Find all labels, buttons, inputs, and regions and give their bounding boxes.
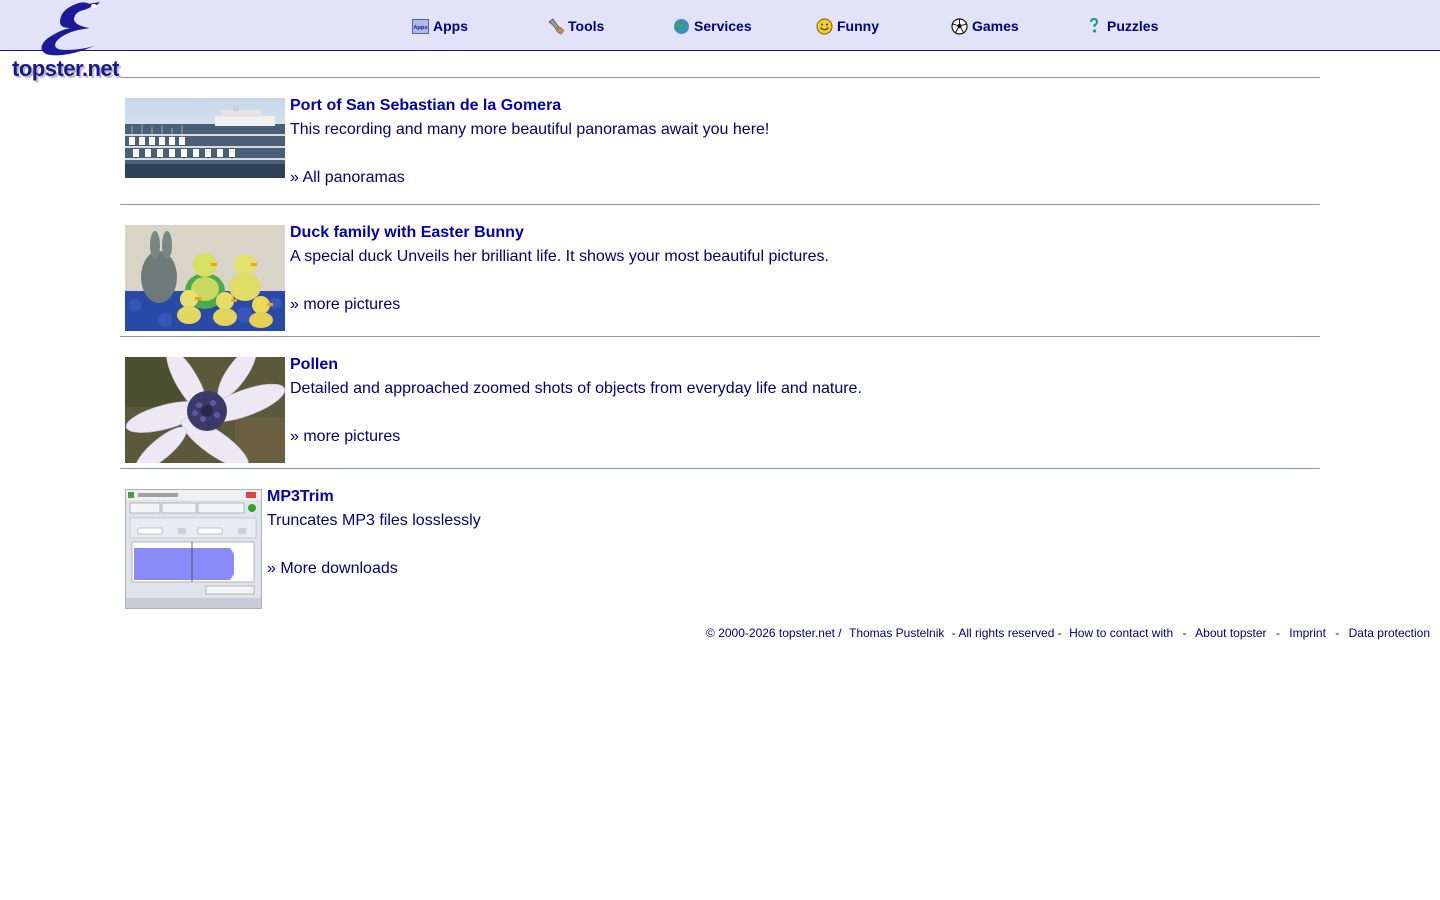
wrench-icon: [547, 17, 564, 35]
nav-services[interactable]: Services: [673, 17, 752, 35]
nav-label: Tools: [568, 18, 605, 34]
nav-label: Puzzles: [1107, 18, 1159, 34]
imprint-link[interactable]: Imprint: [1289, 626, 1326, 640]
globe-icon: [673, 18, 690, 35]
entry-text: Port of San Sebastian de la Gomera This …: [290, 96, 769, 188]
nav-apps[interactable]: Apps Apps: [412, 17, 468, 35]
entry-text: Duck family with Easter Bunny A special …: [290, 223, 829, 315]
author-link[interactable]: Thomas Pustelnik: [849, 626, 944, 640]
entry-description: This recording and many more beautiful p…: [290, 121, 770, 138]
soccer-ball-icon: [951, 17, 968, 35]
rights-text: - All rights reserved -: [951, 626, 1062, 640]
apps-icon: Apps: [412, 18, 429, 35]
entry-description: A special duck Unveils her brilliant lif…: [290, 248, 829, 265]
data-protection-link[interactable]: Data protection: [1349, 626, 1430, 640]
entry-title-link[interactable]: Duck family with Easter Bunny: [290, 223, 829, 243]
smiley-icon: [816, 18, 833, 35]
list-item: Pollen Detailed and approached zoomed sh…: [120, 336, 1320, 468]
entry-text: MP3Trim Truncates MP3 files losslessly »…: [267, 487, 481, 579]
all-panoramas-link[interactable]: » All panoramas: [290, 168, 769, 188]
mp3trim-screenshot-image[interactable]: [125, 489, 262, 609]
entry-title-link[interactable]: MP3Trim: [267, 487, 481, 507]
about-link[interactable]: About topster: [1195, 626, 1266, 640]
nav-funny[interactable]: Funny: [816, 17, 879, 35]
list-item: Port of San Sebastian de la Gomera This …: [120, 77, 1320, 204]
topster-swoosh-logo-icon: [41, 2, 100, 56]
footer: © 2000-2026 topster.net / Thomas Pusteln…: [706, 626, 1430, 640]
footer-separator: -: [1182, 626, 1187, 640]
nav-label: Funny: [837, 18, 879, 34]
teaser-list: Port of San Sebastian de la Gomera This …: [120, 77, 1320, 615]
nav-games[interactable]: Games: [951, 17, 1019, 35]
more-pictures-link[interactable]: » more pictures: [290, 427, 862, 447]
ducks-bunny-image[interactable]: [125, 225, 285, 331]
nav-label: Apps: [433, 18, 468, 34]
logo-wordmark: topster.net: [12, 56, 119, 81]
entry-description: Truncates MP3 files losslessly: [267, 512, 481, 529]
more-pictures-link[interactable]: » more pictures: [290, 295, 829, 315]
puzzle-icon: [1086, 17, 1103, 35]
svg-text:Apps: Apps: [413, 25, 427, 31]
site-logo[interactable]: topster.net: [10, 0, 150, 86]
entry-description: Detailed and approached zoomed shots of …: [290, 380, 862, 397]
footer-separator: -: [1275, 626, 1280, 640]
list-item: Duck family with Easter Bunny A special …: [120, 204, 1320, 336]
top-navigation-bar: Apps Apps Tools Services Funny Games Puz…: [0, 0, 1440, 51]
nav-label: Games: [972, 18, 1019, 34]
nav-puzzles[interactable]: Puzzles: [1086, 17, 1158, 35]
more-downloads-link[interactable]: » More downloads: [267, 559, 481, 579]
list-item: MP3Trim Truncates MP3 files losslessly »…: [120, 468, 1320, 615]
entry-title-link[interactable]: Port of San Sebastian de la Gomera: [290, 96, 769, 116]
nav-tools[interactable]: Tools: [547, 17, 604, 35]
flower-macro-image[interactable]: [125, 357, 285, 463]
contact-link[interactable]: How to contact with: [1069, 626, 1173, 640]
nav-label: Services: [694, 18, 752, 34]
harbor-panorama-image[interactable]: [125, 98, 285, 178]
footer-separator: -: [1335, 626, 1340, 640]
copyright-text: © 2000-2026 topster.net /: [706, 626, 842, 640]
entry-title-link[interactable]: Pollen: [290, 355, 862, 375]
entry-text: Pollen Detailed and approached zoomed sh…: [290, 355, 862, 447]
